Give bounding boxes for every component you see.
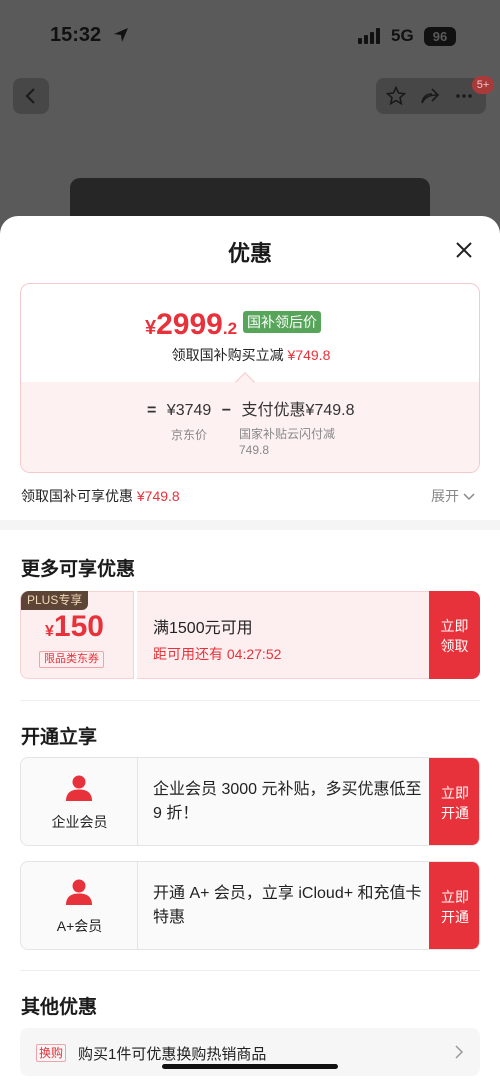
jd-price-caption: 京东价 <box>171 428 208 442</box>
subsidy-reduction: 领取国补购买立减 ¥749.8 <box>21 345 479 365</box>
claim-button-line2: 领取 <box>440 638 469 654</box>
price-decimal: .2 <box>222 319 238 338</box>
enterprise-member-card: 企业会员 企业会员 3000 元补贴，多买优惠低至 9 折！ 立即 开通 <box>20 757 480 846</box>
sheet-title: 优惠 <box>227 241 272 266</box>
member-description: 企业会员 3000 元补贴，多买优惠低至 9 折！ <box>153 781 422 822</box>
open-button-line2: 开通 <box>441 805 469 821</box>
coupon-countdown: 距可用还有 04:27:52 <box>153 646 282 662</box>
chevron-down-icon <box>463 493 475 501</box>
signal-icon <box>358 28 380 44</box>
final-price: ¥2999.2 <box>145 308 237 342</box>
subsidy-caption: 国家补贴云闪付减749.8 <box>239 427 336 457</box>
chevron-left-icon <box>25 88 35 104</box>
more-icon[interactable] <box>454 86 474 106</box>
section-divider <box>0 520 500 530</box>
open-button-line1: 立即 <box>441 785 469 801</box>
divider <box>20 970 480 971</box>
subsidy-label: 领取国补购买立减 <box>171 347 284 363</box>
jd-price: ¥3749 <box>166 402 212 419</box>
subsidy-value: ¥749.8 <box>287 347 331 363</box>
coupon-value-panel: PLUS专享 ¥150 限品类东券 <box>20 591 134 679</box>
open-aplus-member-button[interactable]: 立即 开通 <box>429 862 479 949</box>
expand-button[interactable]: 展开 <box>431 486 475 506</box>
guobu-summary: 领取国补可享优惠 ¥749.8 <box>21 486 180 506</box>
member-badge: A+会员 <box>21 862 138 949</box>
chevron-right-icon <box>455 1045 464 1059</box>
back-button[interactable] <box>13 78 49 114</box>
price-currency: ¥ <box>145 317 157 339</box>
open-enterprise-member-button[interactable]: 立即 开通 <box>429 758 479 845</box>
discount-sheet: 优惠 ¥2999.2 国补领后价 领取国补购买立减 ¥749.8 = ¥3749… <box>0 216 500 1083</box>
coupon-info: 满1500元可用 距可用还有 04:27:52 <box>137 591 429 679</box>
open-membership-title: 开通立享 <box>21 727 98 748</box>
member-name: 企业会员 <box>51 814 108 830</box>
home-indicator <box>162 1064 338 1069</box>
plus-exclusive-tag: PLUS专享 <box>21 591 89 610</box>
location-arrow-icon <box>114 28 128 42</box>
status-time: 15:32 <box>50 24 102 46</box>
coupon-amount-number: 150 <box>53 610 104 643</box>
aplus-member-card: A+会员 开通 A+ 会员，立享 iCloud+ 和充值卡特惠 立即 开通 <box>20 861 480 950</box>
price-formula-panel: = ¥3749 − 支付优惠¥749.8 京东价 国家补贴云闪付减749.8 <box>21 382 479 472</box>
coupon-currency: ¥ <box>45 623 54 640</box>
member-description: 开通 A+ 会员，立享 iCloud+ 和充值卡特惠 <box>153 885 422 926</box>
coupon-condition: 满1500元可用 <box>153 620 253 637</box>
close-icon[interactable] <box>452 238 476 262</box>
trade-in-tag: 换购 <box>36 1044 67 1062</box>
more-discounts-title: 更多可享优惠 <box>21 559 136 580</box>
claim-button-line1: 立即 <box>440 618 469 634</box>
price-card-top: ¥2999.2 国补领后价 领取国补购买立减 ¥749.8 <box>21 284 479 382</box>
message-badge: 5+ <box>472 76 494 94</box>
user-icon <box>66 879 92 905</box>
plus-coupon: PLUS专享 ¥150 限品类东券 满1500元可用 距可用还有 04:27:5… <box>20 591 480 679</box>
claim-coupon-button[interactable]: 立即 领取 <box>429 591 480 679</box>
pay-discount: 支付优惠¥749.8 <box>241 402 355 419</box>
top-actions <box>376 78 486 114</box>
guobu-label: 领取国补可享优惠 <box>21 488 133 504</box>
open-button-line1: 立即 <box>441 889 469 905</box>
divider <box>20 700 480 701</box>
battery-icon: 96 <box>424 27 456 46</box>
price-card: ¥2999.2 国补领后价 领取国补购买立减 ¥749.8 = ¥3749 − … <box>20 283 480 473</box>
subsidy-price-tag: 国补领后价 <box>243 311 321 333</box>
formula-equals: = <box>147 402 157 419</box>
share-icon[interactable] <box>420 86 440 106</box>
expand-label: 展开 <box>431 488 459 504</box>
guobu-value: ¥749.8 <box>136 488 180 504</box>
member-badge: 企业会员 <box>21 758 138 845</box>
status-bar: 15:32 5G 96 <box>0 0 500 72</box>
price-formula: = ¥3749 − 支付优惠¥749.8 <box>141 396 355 420</box>
member-name: A+会员 <box>56 918 103 934</box>
price-integer: 2999 <box>156 308 223 341</box>
user-icon <box>66 775 92 801</box>
trade-in-text: 购买1件可优惠换购热销商品 <box>78 1046 267 1063</box>
formula-minus: − <box>221 402 232 419</box>
open-button-line2: 开通 <box>441 909 469 925</box>
star-icon[interactable] <box>386 86 406 106</box>
coupon-scope-tag: 限品类东券 <box>39 651 104 668</box>
coupon-amount: ¥150 <box>45 610 104 644</box>
other-discounts-title: 其他优惠 <box>21 997 98 1018</box>
network-type: 5G <box>391 26 414 45</box>
